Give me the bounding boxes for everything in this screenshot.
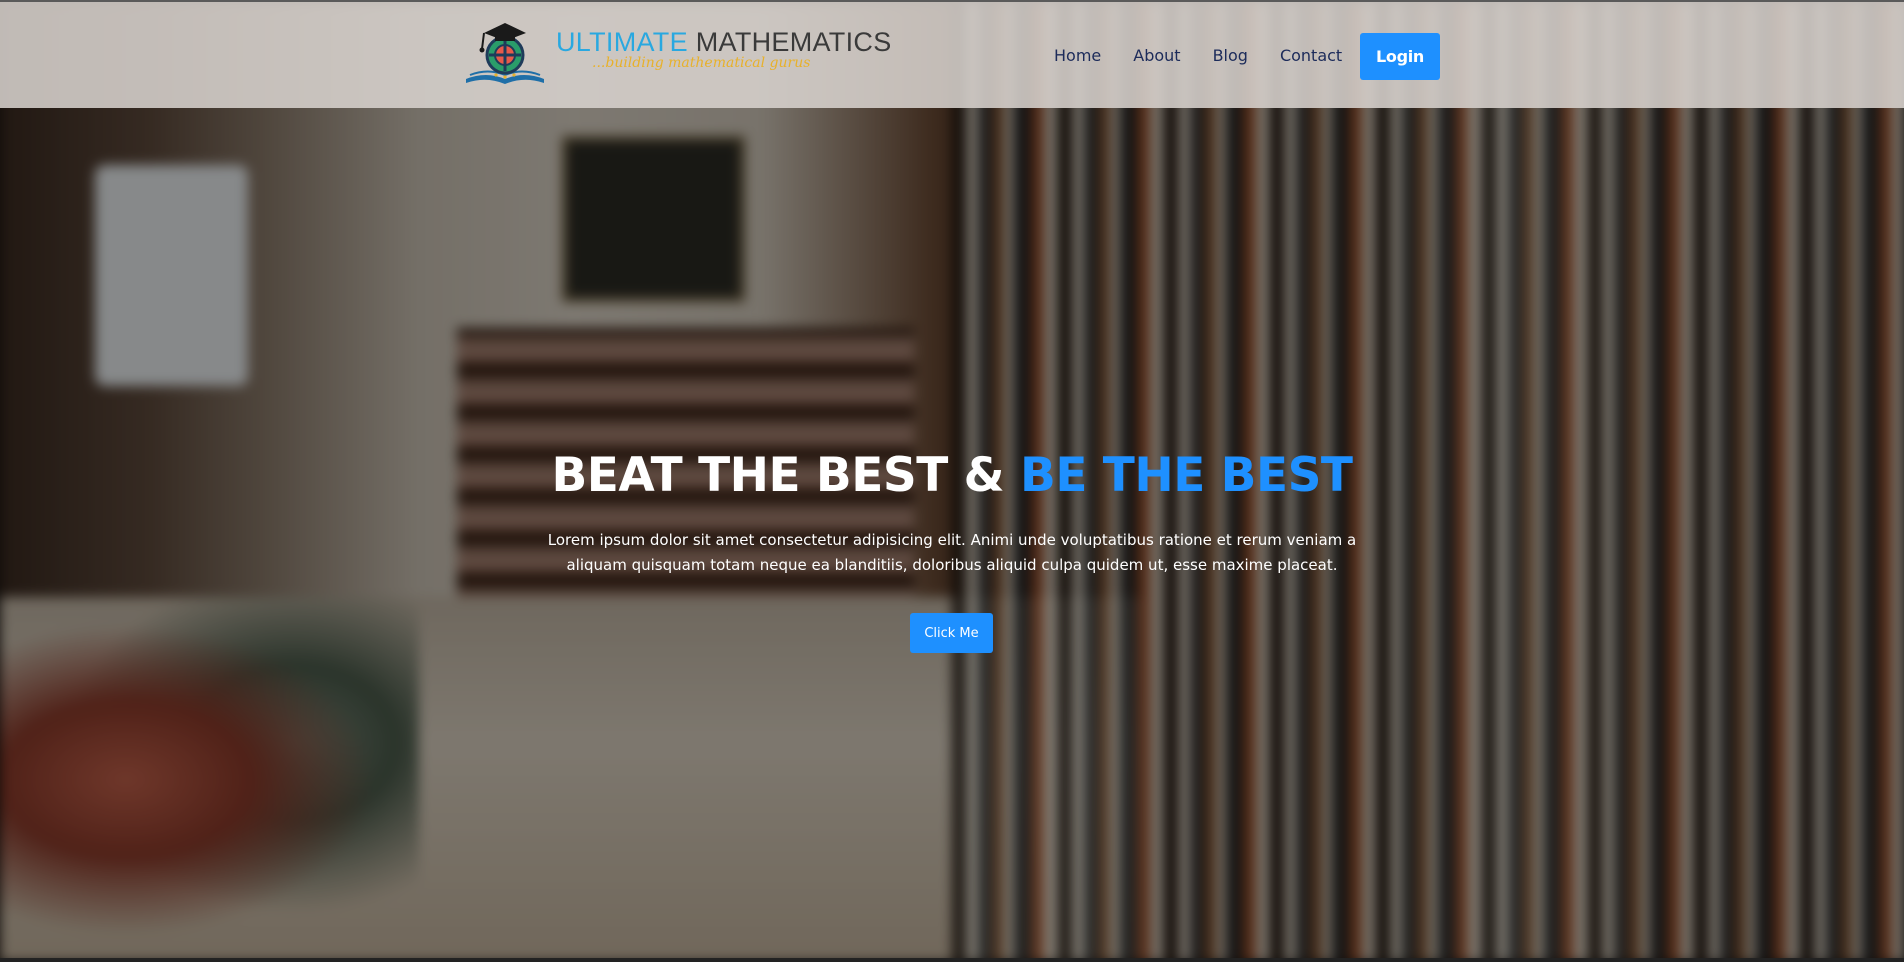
hero-description-line2: aliquam quisquam totam neque ea blanditi… (566, 556, 1338, 574)
logo-tagline: ...building mathematical gurus (592, 55, 811, 71)
hero-title-part1: BEAT THE BEST & (551, 448, 1005, 503)
page-bottom-border (0, 958, 1904, 962)
logo-title-part2: MATHEMATICS (695, 27, 892, 57)
site-header: ULTIMATE MATHEMATICS ...building mathema… (0, 2, 1904, 108)
landing-page: ULTIMATE MATHEMATICS ...building mathema… (0, 0, 1904, 962)
hero-title: BEAT THE BEST & BE THE BEST (0, 448, 1904, 503)
hero-title-accent: BE THE BEST (1020, 448, 1353, 503)
click-me-button[interactable]: Click Me (910, 613, 993, 653)
nav-home-link[interactable]: Home (1054, 46, 1101, 65)
nav-about-link[interactable]: About (1133, 46, 1180, 65)
nav-blog-link[interactable]: Blog (1213, 46, 1248, 65)
graduation-cap-book-icon (462, 19, 548, 91)
nav-contact-link[interactable]: Contact (1280, 46, 1342, 65)
logo-title: ULTIMATE MATHEMATICS (556, 27, 892, 57)
main-nav: Home About Blog Contact (1054, 46, 1342, 65)
hero-section: BEAT THE BEST & BE THE BEST Lorem ipsum … (0, 2, 1904, 962)
hero-description-line1: Lorem ipsum dolor sit amet consectetur a… (547, 531, 1357, 549)
logo-title-part1: ULTIMATE (556, 27, 688, 57)
site-logo[interactable]: ULTIMATE MATHEMATICS ...building mathema… (462, 18, 891, 92)
login-button[interactable]: Login (1360, 33, 1440, 80)
logo-text: ULTIMATE MATHEMATICS ...building mathema… (556, 27, 892, 71)
hero-description: Lorem ipsum dolor sit amet consectetur a… (540, 528, 1364, 578)
